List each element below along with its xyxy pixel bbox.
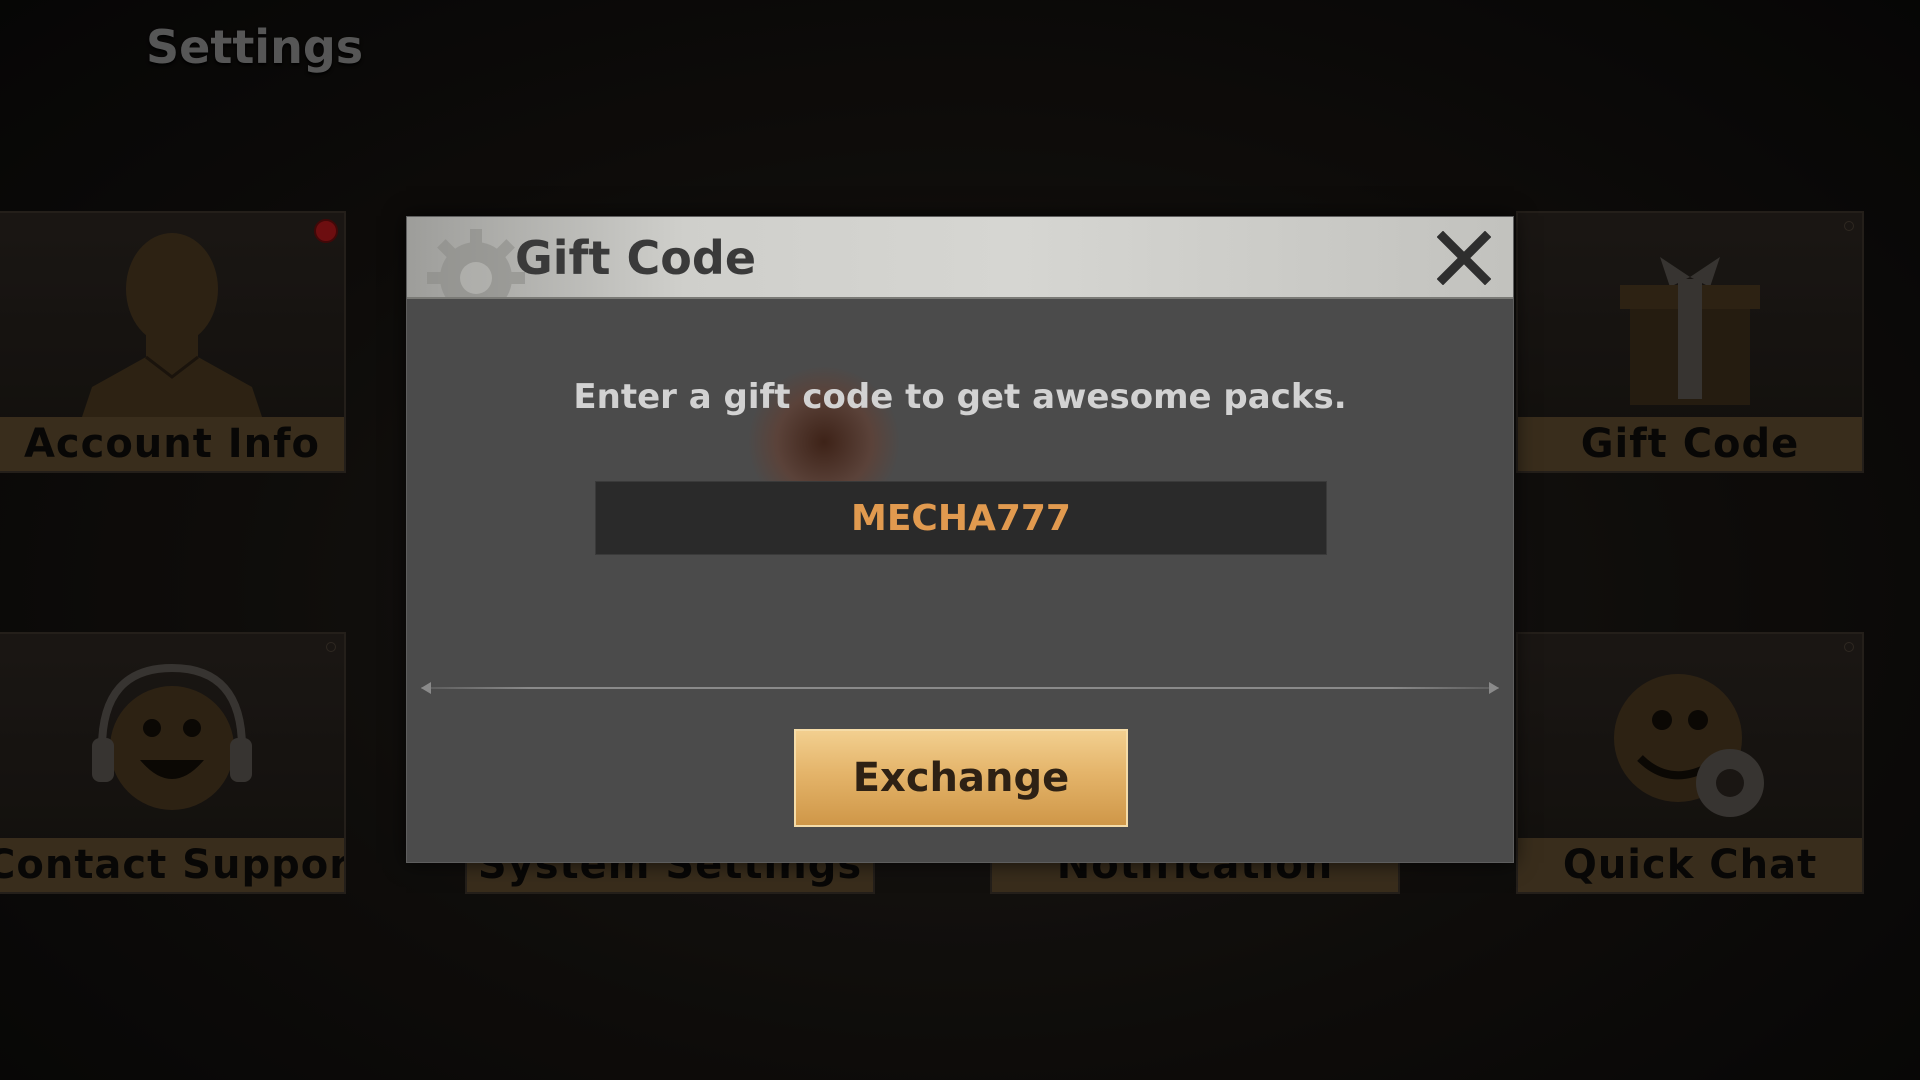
close-icon — [1437, 231, 1491, 285]
divider-arrow-left — [421, 682, 431, 694]
close-button[interactable] — [1435, 229, 1493, 287]
divider-arrow-right — [1489, 682, 1499, 694]
gift-code-dialog: Gift Code Enter a gift code to get aweso… — [406, 216, 1514, 863]
divider — [421, 682, 1499, 694]
dialog-description: Enter a gift code to get awesome packs. — [573, 377, 1347, 417]
dialog-title: Gift Code — [515, 231, 757, 285]
dialog-header: Gift Code — [407, 217, 1513, 299]
gift-code-input[interactable] — [595, 481, 1327, 555]
exchange-button[interactable]: Exchange — [794, 729, 1128, 827]
